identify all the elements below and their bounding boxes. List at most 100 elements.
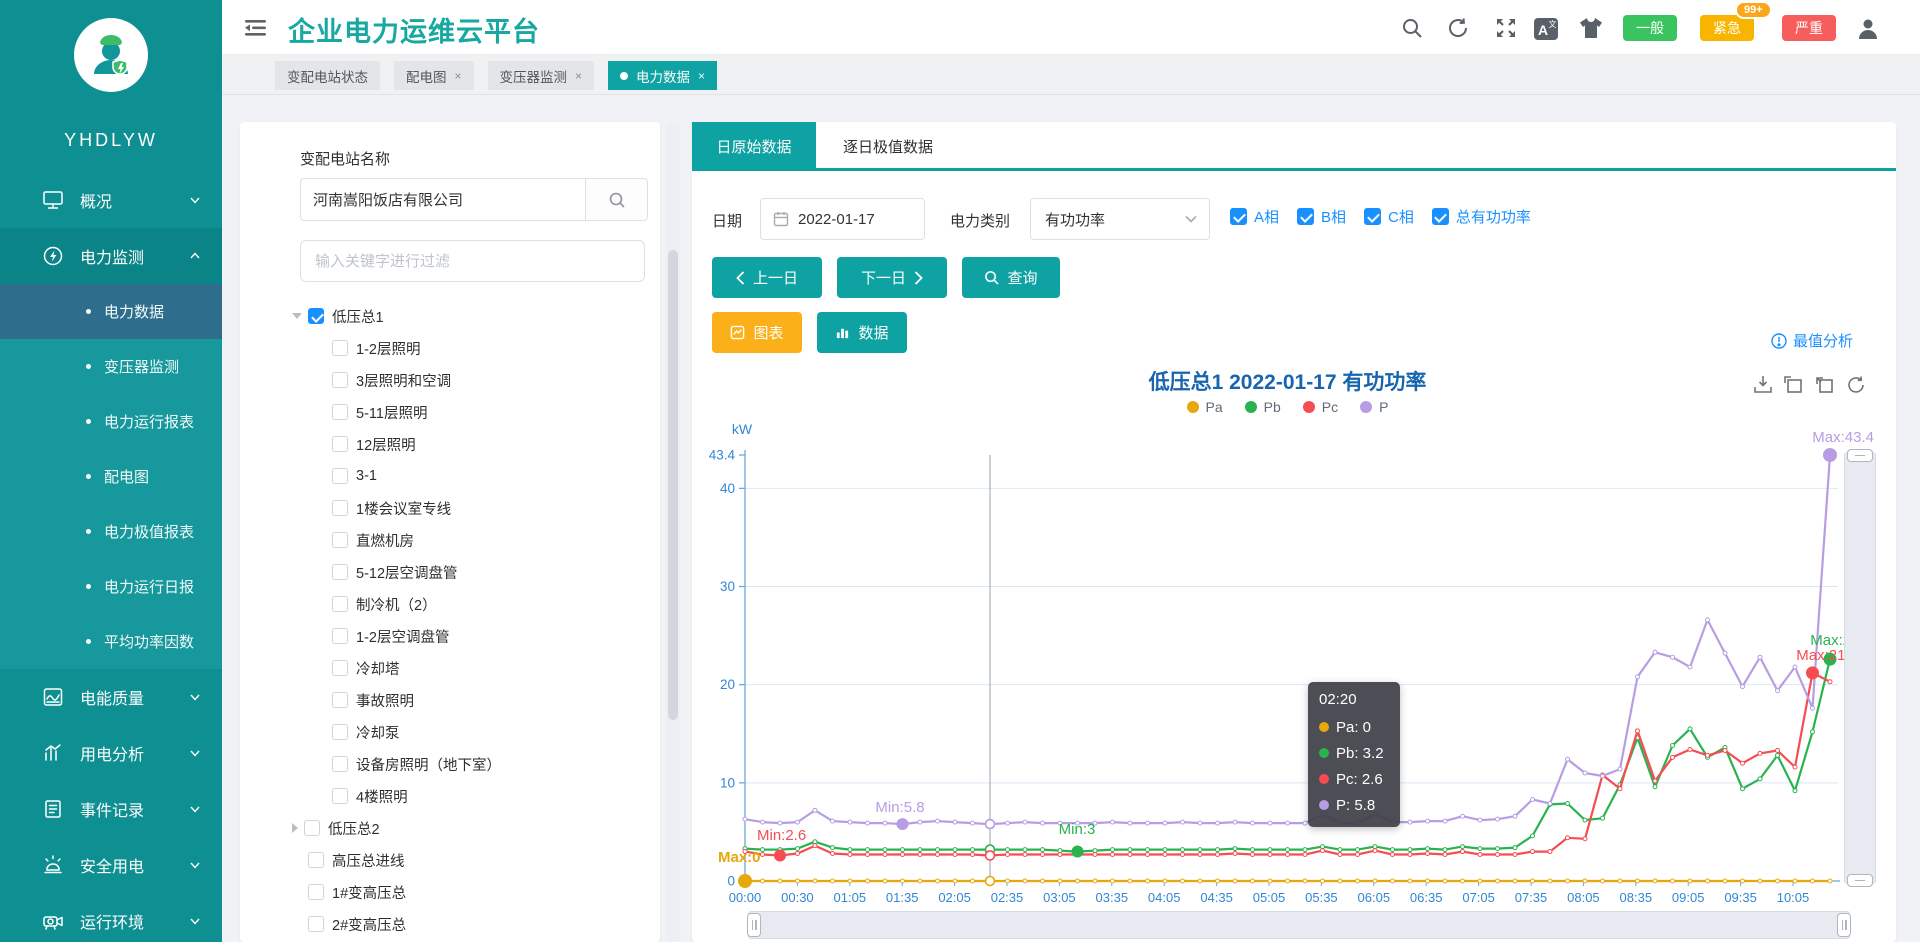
alarm-badge-critical[interactable]: 严重: [1782, 15, 1836, 41]
tree-checkbox[interactable]: [308, 916, 324, 932]
phase-checkbox-A相[interactable]: A相: [1230, 206, 1279, 227]
y-datazoom-slider[interactable]: [1844, 452, 1876, 884]
sidebar-subitem-变压器监测[interactable]: 变压器监测: [0, 339, 222, 394]
chart-view-button[interactable]: 图表: [712, 312, 802, 353]
y-datazoom-bottom-handle[interactable]: [1847, 874, 1873, 887]
tree-filter-input[interactable]: [300, 240, 645, 282]
collapse-menu-icon[interactable]: [244, 17, 270, 43]
translate-icon[interactable]: A文: [1533, 16, 1559, 42]
x-datazoom-right-handle[interactable]: [1837, 913, 1851, 937]
route-tab-电力数据[interactable]: 电力数据×: [608, 61, 717, 90]
tree-caret-icon[interactable]: [292, 823, 298, 833]
route-tab-配电图[interactable]: 配电图×: [394, 61, 474, 90]
y-datazoom-top-handle[interactable]: [1847, 449, 1873, 462]
tree-node-直燃机房[interactable]: 直燃机房: [292, 524, 658, 556]
tree-node-1-2层空调盘管[interactable]: 1-2层空调盘管: [292, 620, 658, 652]
tree-checkbox[interactable]: [332, 436, 348, 452]
legend-item-P[interactable]: P: [1360, 399, 1388, 415]
user-icon[interactable]: [1855, 16, 1881, 42]
legend-item-Pa[interactable]: Pa: [1187, 399, 1223, 415]
tree-checkbox[interactable]: [332, 532, 348, 548]
tree-checkbox[interactable]: [332, 660, 348, 676]
data-view-button[interactable]: 数据: [817, 312, 907, 353]
legend-item-Pb[interactable]: Pb: [1245, 399, 1281, 415]
tree-checkbox[interactable]: [304, 820, 320, 836]
refresh-icon[interactable]: [1446, 16, 1472, 42]
close-icon[interactable]: ×: [575, 69, 582, 83]
tree-node-5-12层空调盘管[interactable]: 5-12层空调盘管: [292, 556, 658, 588]
tab-daily-raw-data[interactable]: 日原始数据: [692, 122, 816, 171]
tree-node-低压总2[interactable]: 低压总2: [292, 812, 658, 844]
checkbox[interactable]: [1432, 208, 1449, 225]
theme-icon[interactable]: [1578, 16, 1604, 42]
tree-checkbox[interactable]: [332, 692, 348, 708]
sidebar-subitem-电力数据[interactable]: 电力数据: [0, 284, 222, 339]
query-button[interactable]: 查询: [962, 257, 1060, 298]
tree-node-1#变高压总[interactable]: 1#变高压总: [292, 876, 658, 908]
tree-checkbox[interactable]: [332, 628, 348, 644]
phase-checkbox-B相[interactable]: B相: [1297, 206, 1346, 227]
tab-daily-extreme-data[interactable]: 逐日极值数据: [816, 122, 960, 171]
tree-node-设备房照明（地下室）[interactable]: 设备房照明（地下室）: [292, 748, 658, 780]
tree-node-5-11层照明[interactable]: 5-11层照明: [292, 396, 658, 428]
panel-scrollbar-thumb[interactable]: [668, 250, 678, 720]
sidebar-item-电力监测[interactable]: 电力监测: [0, 228, 222, 284]
tree-checkbox[interactable]: [332, 340, 348, 356]
search-icon[interactable]: [1400, 16, 1426, 42]
sidebar-subitem-电力运行报表[interactable]: 电力运行报表: [0, 394, 222, 449]
station-name-input[interactable]: [300, 178, 585, 221]
tree-checkbox[interactable]: [308, 884, 324, 900]
tree-checkbox[interactable]: [332, 724, 348, 740]
alarm-badge-normal[interactable]: 一般: [1623, 15, 1677, 41]
tree-checkbox[interactable]: [332, 404, 348, 420]
tree-checkbox[interactable]: [332, 788, 348, 804]
sidebar-item-概况[interactable]: 概况: [0, 172, 222, 228]
sidebar-subitem-电力极值报表[interactable]: 电力极值报表: [0, 504, 222, 559]
sidebar-item-电能质量[interactable]: 电能质量: [0, 669, 222, 725]
zoom-select-icon[interactable]: [1783, 374, 1805, 396]
route-tab-变配电站状态[interactable]: 变配电站状态: [275, 61, 380, 90]
chart-refresh-icon[interactable]: [1845, 374, 1867, 396]
close-icon[interactable]: ×: [698, 69, 705, 83]
tree-node-低压总1[interactable]: 低压总1: [292, 300, 658, 332]
tree-node-3-1[interactable]: 3-1: [292, 460, 658, 492]
sidebar-item-安全用电[interactable]: 安全用电: [0, 837, 222, 893]
x-datazoom-left-handle[interactable]: [747, 913, 761, 937]
sidebar-subitem-平均功率因数[interactable]: 平均功率因数: [0, 614, 222, 669]
zoom-restore-icon[interactable]: [1814, 374, 1836, 396]
station-search-button[interactable]: [585, 178, 648, 221]
tree-checkbox[interactable]: [332, 596, 348, 612]
tree-caret-icon[interactable]: [292, 313, 302, 319]
sidebar-subitem-配电图[interactable]: 配电图: [0, 449, 222, 504]
prev-day-button[interactable]: 上一日: [712, 257, 822, 298]
tree-checkbox[interactable]: [332, 756, 348, 772]
checkbox[interactable]: [1364, 208, 1381, 225]
sidebar-item-运行环境[interactable]: 运行环境: [0, 893, 222, 942]
sidebar-item-用电分析[interactable]: 用电分析: [0, 725, 222, 781]
close-icon[interactable]: ×: [455, 69, 462, 83]
x-datazoom-slider[interactable]: [748, 911, 1850, 939]
tree-node-3层照明和空调[interactable]: 3层照明和空调: [292, 364, 658, 396]
tree-checkbox[interactable]: [332, 372, 348, 388]
power-type-select[interactable]: 有功功率: [1030, 198, 1210, 240]
line-chart-plot[interactable]: 01020304043.4kW00:0000:3001:0501:3502:05…: [700, 415, 1896, 942]
tree-checkbox[interactable]: [332, 468, 348, 484]
fullscreen-icon[interactable]: [1494, 16, 1520, 42]
next-day-button[interactable]: 下一日: [837, 257, 947, 298]
tree-node-冷却塔[interactable]: 冷却塔: [292, 652, 658, 684]
max-min-analysis-link[interactable]: 最值分析: [1771, 330, 1853, 351]
sidebar-item-事件记录[interactable]: 事件记录: [0, 781, 222, 837]
download-image-icon[interactable]: [1752, 374, 1774, 396]
tree-checkbox[interactable]: [308, 852, 324, 868]
tree-node-1-2层照明[interactable]: 1-2层照明: [292, 332, 658, 364]
route-tab-变压器监测[interactable]: 变压器监测×: [488, 61, 595, 90]
tree-node-2#变高压总[interactable]: 2#变高压总: [292, 908, 658, 940]
tree-node-制冷机（2）[interactable]: 制冷机（2）: [292, 588, 658, 620]
tree-node-1楼会议室专线[interactable]: 1楼会议室专线: [292, 492, 658, 524]
tree-node-冷却泵[interactable]: 冷却泵: [292, 716, 658, 748]
date-picker-input[interactable]: 2022-01-17: [760, 198, 925, 240]
phase-checkbox-C相[interactable]: C相: [1364, 206, 1414, 227]
tree-checkbox[interactable]: [308, 308, 324, 324]
sidebar-subitem-电力运行日报[interactable]: 电力运行日报: [0, 559, 222, 614]
checkbox[interactable]: [1230, 208, 1247, 225]
